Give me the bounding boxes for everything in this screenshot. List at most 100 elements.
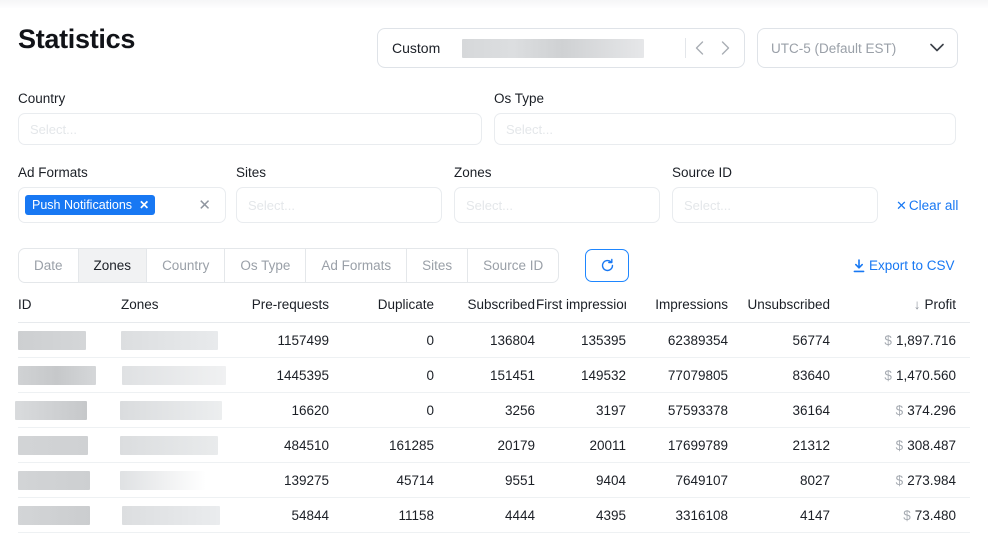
column-header-duplicate[interactable]: Duplicate [338, 297, 434, 312]
column-header-first-impression[interactable]: First impression [536, 297, 626, 312]
table-row[interactable]: 1157499 0 136804 135395 62389354 56774 $1,897.… [18, 323, 970, 358]
ad-format-chip-label: Push Notifications [32, 198, 133, 212]
timezone-select[interactable]: UTC-5 (Default EST) [757, 28, 958, 68]
cell-zones-redacted [122, 506, 220, 525]
filter-zones: Zones Select... [454, 165, 660, 223]
cell-impressions: 57593378 [667, 403, 728, 418]
cell-zones-redacted [120, 471, 206, 490]
clear-all-label: Clear all [908, 198, 959, 213]
cell-impressions: 7649107 [675, 473, 728, 488]
tab-ad-formats[interactable]: Ad Formats [306, 249, 408, 282]
tab-date[interactable]: Date [19, 249, 79, 282]
filter-sites: Sites Select... [236, 165, 442, 223]
cell-unsubscribed: 21312 [792, 438, 830, 453]
tab-source-id[interactable]: Source ID [468, 249, 558, 282]
cell-pre-requests: 484510 [283, 438, 329, 453]
cell-pre-requests: 139275 [283, 473, 329, 488]
tab-os-type[interactable]: Os Type [225, 249, 307, 282]
tab-source-id-label: Source ID [483, 258, 544, 273]
cell-id-redacted [15, 401, 87, 420]
statistics-table: ID Zones Pre-requests Duplicate Subscrib… [15, 297, 970, 533]
cell-profit: $273.984 [840, 463, 956, 498]
table-row[interactable]: 484510 161285 20179 20011 17699789 21312 $308.… [18, 428, 970, 463]
cell-id-redacted [18, 331, 86, 350]
column-header-impressions[interactable]: Impressions [628, 297, 728, 312]
profit-value: 273.984 [907, 473, 956, 488]
cell-id-redacted [18, 471, 90, 490]
export-to-csv-button[interactable]: Export to CSV [853, 258, 955, 273]
cell-first-impression: 9404 [595, 473, 626, 488]
chevron-down-icon [930, 39, 944, 57]
zones-placeholder: Select... [466, 197, 513, 213]
chevron-left-icon[interactable] [686, 29, 712, 67]
currency-symbol: $ [895, 438, 904, 453]
cell-subscribed: 136804 [489, 333, 535, 348]
timezone-value: UTC-5 (Default EST) [771, 40, 897, 56]
filter-country: Country Select... [18, 91, 482, 145]
tab-date-label: Date [34, 258, 63, 273]
refresh-button[interactable] [585, 249, 629, 282]
filter-os-type: Os Type Select... [494, 91, 956, 145]
cell-unsubscribed: 56774 [792, 333, 830, 348]
clear-ad-formats-icon[interactable]: ✕ [198, 198, 211, 213]
column-header-pre-requests[interactable]: Pre-requests [220, 297, 329, 312]
cell-id-redacted [18, 436, 88, 455]
clear-all-button[interactable]: ✕ Clear all [896, 198, 958, 214]
currency-symbol: $ [895, 473, 904, 488]
table-row[interactable]: 16620 0 3256 3197 57593378 36164 $374.296 [15, 393, 970, 428]
export-to-csv-label: Export to CSV [869, 258, 955, 273]
date-range-picker[interactable]: Custom [377, 28, 745, 68]
chevron-right-icon[interactable] [712, 29, 738, 67]
filter-zones-label: Zones [454, 165, 492, 180]
cell-profit: $73.480 [840, 498, 956, 533]
table-header-row: ID Zones Pre-requests Duplicate Subscrib… [18, 297, 970, 323]
filter-country-label: Country [18, 91, 66, 106]
profit-value: 308.487 [907, 438, 956, 453]
ad-formats-select[interactable]: Push Notifications ✕ ✕ [18, 187, 226, 223]
source-id-placeholder: Select... [684, 197, 731, 213]
column-header-subscribed[interactable]: Subscribed [438, 297, 535, 312]
column-header-id[interactable]: ID [18, 297, 32, 312]
column-header-zones[interactable]: Zones [121, 297, 159, 312]
cell-first-impression: 135395 [580, 333, 626, 348]
tab-ad-formats-label: Ad Formats [321, 258, 392, 273]
filter-source-id: Source ID Select... [672, 165, 878, 223]
profit-value: 1,470.560 [895, 368, 956, 383]
cell-subscribed: 3256 [504, 403, 535, 418]
tab-sites[interactable]: Sites [407, 249, 469, 282]
cell-profit: $308.487 [840, 428, 956, 463]
cell-pre-requests: 1445395 [276, 368, 329, 383]
date-range-label: Custom [392, 40, 441, 56]
os-type-placeholder: Select... [506, 121, 553, 137]
close-icon[interactable]: ✕ [139, 198, 149, 212]
cell-first-impression: 20011 [589, 438, 626, 453]
source-id-select[interactable]: Select... [672, 187, 878, 223]
country-select[interactable]: Select... [18, 113, 482, 145]
cell-duplicate: 0 [426, 333, 434, 348]
sites-select[interactable]: Select... [236, 187, 442, 223]
table-row[interactable]: 54844 11158 4444 4395 3316108 4147 $73.480 [18, 498, 970, 533]
profit-value: 73.480 [914, 508, 956, 523]
statistics-page: Statistics Custom UTC-5 (Default EST) Co… [0, 0, 988, 539]
cell-id-redacted [18, 366, 96, 385]
column-header-unsubscribed[interactable]: Unsubscribed [730, 297, 830, 312]
column-header-profit[interactable]: ↓ Profit [856, 297, 956, 312]
ad-format-chip[interactable]: Push Notifications ✕ [25, 195, 156, 215]
cell-zones-redacted [120, 401, 222, 420]
os-type-select[interactable]: Select... [494, 113, 956, 145]
cell-pre-requests: 16620 [291, 403, 329, 418]
currency-symbol: $ [895, 403, 904, 418]
page-header: Statistics Custom UTC-5 (Default EST) [18, 22, 970, 72]
cell-duplicate: 0 [426, 403, 434, 418]
table-row[interactable]: 139275 45714 9551 9404 7649107 8027 $273.984 [18, 463, 970, 498]
cell-zones-redacted [121, 331, 218, 350]
arrow-down-icon: ↓ [913, 297, 921, 312]
zones-select[interactable]: Select... [454, 187, 660, 223]
cell-unsubscribed: 4147 [799, 508, 830, 523]
cell-first-impression: 149532 [580, 368, 626, 383]
tab-country[interactable]: Country [147, 249, 226, 282]
cell-duplicate: 45714 [396, 473, 434, 488]
table-row[interactable]: 1445395 0 151451 149532 77079805 83640 $1,470.… [18, 358, 970, 393]
cell-duplicate: 11158 [398, 508, 434, 523]
tab-zones[interactable]: Zones [78, 249, 148, 282]
